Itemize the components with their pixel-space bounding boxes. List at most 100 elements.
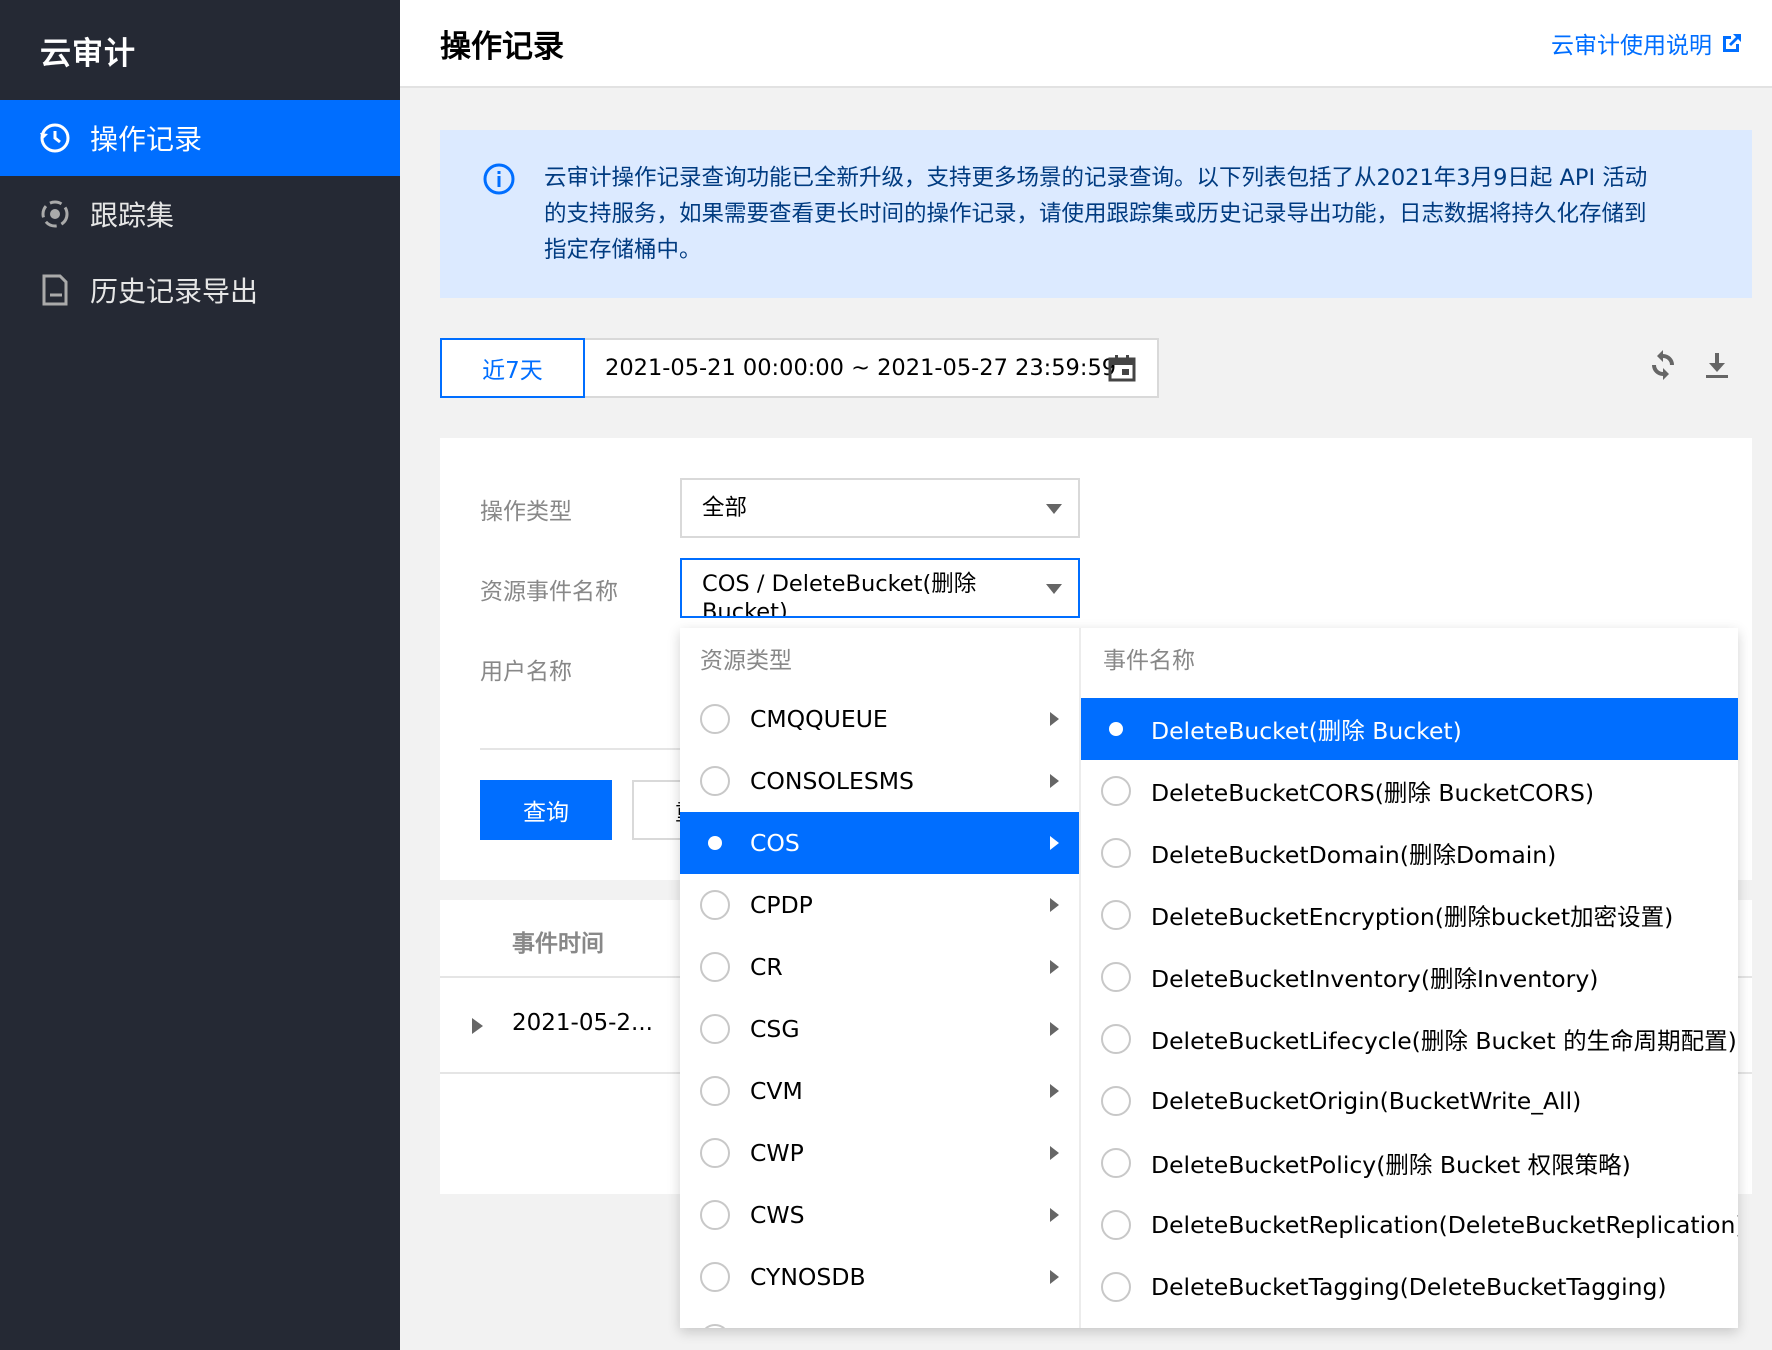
event-name-label: 资源事件名称 xyxy=(480,579,618,605)
event-option-label: DeleteBucketDomain(删除Domain) xyxy=(1151,841,1557,869)
resource-option[interactable]: CSG xyxy=(680,998,1079,1060)
event-name-value: COS / DeleteBucket(删除 Bucket) xyxy=(702,571,977,618)
query-button[interactable]: 查询 xyxy=(480,780,612,840)
event-option[interactable]: DeleteBucketEncryption(删除bucket加密设置) xyxy=(1081,884,1738,946)
user-name-label: 用户名称 xyxy=(480,659,572,685)
chevron-right-icon xyxy=(1050,960,1059,974)
chevron-right-icon xyxy=(1050,898,1059,912)
event-option[interactable]: DeleteBucketInventory(删除Inventory) xyxy=(1081,946,1738,1008)
sidebar-item-trackers[interactable]: 跟踪集 xyxy=(0,176,400,252)
page-title: 操作记录 xyxy=(440,28,564,65)
op-type-select[interactable]: 全部 xyxy=(680,478,1080,538)
resource-option-label: CPDP xyxy=(750,891,813,919)
refresh-icon[interactable] xyxy=(1648,350,1678,380)
radio-icon xyxy=(1101,1210,1131,1240)
radio-icon xyxy=(700,1138,730,1168)
resource-option-label: COS xyxy=(750,829,800,857)
radio-icon xyxy=(1101,1024,1131,1054)
resource-option[interactable]: CYNOSDB xyxy=(680,1246,1079,1308)
brand-title: 云审计 xyxy=(40,35,136,72)
event-name-select[interactable]: COS / DeleteBucket(删除 Bucket) xyxy=(680,558,1080,618)
resource-option-label: CWP xyxy=(750,1139,804,1167)
sidebar-item-label: 跟踪集 xyxy=(90,199,175,232)
resource-option-label: DBBRAIN xyxy=(750,1325,856,1328)
radio-icon xyxy=(1101,714,1131,744)
event-time-cell: 2021-05-2... xyxy=(512,1010,653,1036)
resource-option[interactable]: COS xyxy=(680,812,1079,874)
help-link-label: 云审计使用说明 xyxy=(1551,33,1712,59)
resource-option-label: CMQQUEUE xyxy=(750,705,888,733)
resource-option[interactable]: CPDP xyxy=(680,874,1079,936)
event-option-label: DeleteBucketTagging(DeleteBucketTagging) xyxy=(1151,1273,1667,1301)
resource-option-label: CR xyxy=(750,953,783,981)
event-name-column: 事件名称 DeleteBucket(删除 Bucket) DeleteBucket… xyxy=(1081,628,1738,1328)
sidebar-item-operation-records[interactable]: 操作记录 xyxy=(0,100,400,176)
chevron-right-icon xyxy=(1050,1208,1059,1222)
chevron-right-icon xyxy=(1050,1022,1059,1036)
resource-option[interactable]: CR xyxy=(680,936,1079,998)
banner-text: 云审计操作记录查询功能已全新升级，支持更多场景的记录查询。以下列表包括了从202… xyxy=(544,165,1648,263)
sidebar-item-history-export[interactable]: 历史记录导出 xyxy=(0,252,400,328)
calendar-icon xyxy=(1108,355,1136,382)
chevron-right-icon xyxy=(1050,774,1059,788)
resource-option[interactable]: CWS xyxy=(680,1184,1079,1246)
event-name-list: DeleteBucket(删除 Bucket) DeleteBucketCORS(… xyxy=(1081,698,1738,1318)
event-option-label: DeleteBucketOrigin(BucketWrite_All) xyxy=(1151,1087,1582,1115)
event-option[interactable]: DeleteBucketLifecycle(删除 Bucket 的生命周期配置) xyxy=(1081,1008,1738,1070)
radio-icon xyxy=(1101,1272,1131,1302)
radio-icon xyxy=(1101,962,1131,992)
chevron-right-icon xyxy=(1050,836,1059,850)
resource-type-header: 资源类型 xyxy=(700,648,792,674)
date-range-picker[interactable]: 2021-05-21 00:00:00 ~ 2021-05-27 23:59:5… xyxy=(585,338,1159,398)
radio-icon xyxy=(700,1076,730,1106)
chevron-down-icon xyxy=(1046,584,1062,594)
radio-icon xyxy=(700,1014,730,1044)
event-option-label: DeleteBucketReplication(DeleteBucketRepl… xyxy=(1151,1211,1738,1239)
date-range-value: 2021-05-21 00:00:00 ~ 2021-05-27 23:59:5… xyxy=(605,355,1117,381)
event-option-label: DeleteBucket(删除 Bucket) xyxy=(1151,717,1462,745)
radio-icon xyxy=(700,890,730,920)
resource-option[interactable]: CVM xyxy=(680,1060,1079,1122)
chevron-right-icon xyxy=(1050,1270,1059,1284)
resource-option[interactable]: CWP xyxy=(680,1122,1079,1184)
help-link[interactable]: 云审计使用说明 xyxy=(1551,26,1744,60)
event-option[interactable]: DeleteBucket(删除 Bucket) xyxy=(1081,698,1738,760)
event-option[interactable]: DeleteBucketCORS(删除 BucketCORS) xyxy=(1081,760,1738,822)
op-type-value: 全部 xyxy=(702,495,748,521)
event-option-label: DeleteBucketPolicy(删除 Bucket 权限策略) xyxy=(1151,1151,1631,1179)
sidebar-item-label: 历史记录导出 xyxy=(90,275,259,308)
resource-event-cascader: 资源类型 CMQQUEUE CONSOLESMS COS CPDP CR CSG CVM CW… xyxy=(680,628,1738,1328)
event-option-label: DeleteBucketInventory(删除Inventory) xyxy=(1151,965,1599,993)
range-7days-button[interactable]: 近7天 xyxy=(440,338,585,398)
radio-icon xyxy=(700,1324,730,1328)
expand-icon[interactable] xyxy=(472,1018,483,1034)
event-option[interactable]: DeleteBucketOrigin(BucketWrite_All) xyxy=(1081,1070,1738,1132)
resource-type-column: 资源类型 CMQQUEUE CONSOLESMS COS CPDP CR CSG CVM CW… xyxy=(680,628,1081,1328)
resource-option-label: CVM xyxy=(750,1077,803,1105)
event-option[interactable]: DeleteBucketDomain(删除Domain) xyxy=(1081,822,1738,884)
event-option[interactable]: DeleteBucketTagging(DeleteBucketTagging) xyxy=(1081,1256,1738,1318)
resource-option[interactable]: CONSOLESMS xyxy=(680,750,1079,812)
resource-option-label: CONSOLESMS xyxy=(750,767,914,795)
radio-icon xyxy=(1101,1086,1131,1116)
op-type-label: 操作类型 xyxy=(480,499,572,525)
col-event-time: 事件时间 xyxy=(512,931,604,957)
info-icon xyxy=(483,163,515,195)
radio-icon xyxy=(1101,900,1131,930)
event-option-label: DeleteBucketLifecycle(删除 Bucket 的生命周期配置) xyxy=(1151,1027,1737,1055)
resource-type-list: CMQQUEUE CONSOLESMS COS CPDP CR CSG CVM CWP CWS C… xyxy=(680,688,1079,1328)
target-icon xyxy=(38,197,72,231)
sidebar: 云审计 操作记录 跟踪集 历史记录导出 xyxy=(0,0,400,1350)
info-banner: 云审计操作记录查询功能已全新升级，支持更多场景的记录查询。以下列表包括了从202… xyxy=(440,130,1752,298)
resource-option[interactable]: CMQQUEUE xyxy=(680,688,1079,750)
toolbar xyxy=(1648,350,1732,380)
event-option[interactable]: DeleteBucketReplication(DeleteBucketRepl… xyxy=(1081,1194,1738,1256)
radio-icon xyxy=(700,704,730,734)
resource-option[interactable]: DBBRAIN xyxy=(680,1308,1079,1328)
download-icon[interactable] xyxy=(1702,350,1732,380)
radio-icon xyxy=(700,1262,730,1292)
event-option[interactable]: DeleteBucketPolicy(删除 Bucket 权限策略) xyxy=(1081,1132,1738,1194)
chevron-right-icon xyxy=(1050,712,1059,726)
external-link-icon xyxy=(1723,34,1741,52)
resource-option-label: CYNOSDB xyxy=(750,1263,866,1291)
